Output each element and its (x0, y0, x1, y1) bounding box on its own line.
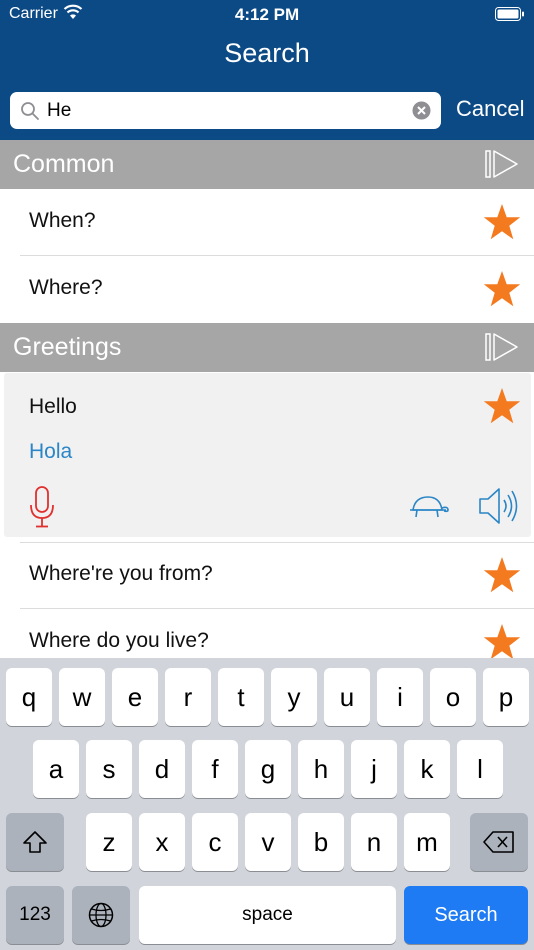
phrase-label: When? (29, 209, 96, 232)
key[interactable]: g (245, 740, 291, 798)
key[interactable]: t (218, 668, 264, 726)
status-time: 4:12 PM (234, 5, 300, 24)
star-icon[interactable] (483, 623, 521, 661)
clear-icon[interactable] (412, 101, 431, 120)
key[interactable]: n (351, 813, 397, 871)
key[interactable]: u (324, 668, 370, 726)
section-header-greetings: Greetings (0, 323, 534, 372)
key[interactable]: l (457, 740, 503, 798)
key[interactable]: i (377, 668, 423, 726)
key[interactable]: f (192, 740, 238, 798)
cancel-button[interactable]: Cancel (456, 96, 524, 122)
section-title: Common (13, 150, 115, 178)
key[interactable]: m (404, 813, 450, 871)
shift-icon (23, 831, 47, 853)
key[interactable]: v (245, 813, 291, 871)
shift-key[interactable] (6, 813, 64, 871)
globe-icon (88, 902, 114, 928)
key[interactable]: q (6, 668, 52, 726)
turtle-icon[interactable] (408, 494, 450, 520)
play-icon[interactable] (485, 333, 519, 361)
key[interactable]: c (192, 813, 238, 871)
keyboard: q w e r t y u i o p a s d f g h j k l z … (0, 658, 534, 950)
key[interactable]: y (271, 668, 317, 726)
key[interactable]: e (112, 668, 158, 726)
key[interactable]: x (139, 813, 185, 871)
phrase-label: Where do you live? (29, 629, 209, 652)
key[interactable]: a (33, 740, 79, 798)
page-title: Search (224, 38, 310, 68)
key[interactable]: k (404, 740, 450, 798)
section-header-common: Common (0, 140, 534, 189)
translation-text: Hola (29, 440, 73, 463)
key[interactable]: z (86, 813, 132, 871)
phrase-label: Hello (29, 395, 77, 418)
key[interactable]: r (165, 668, 211, 726)
mic-icon[interactable] (28, 486, 56, 528)
nav-header: Carrier 4:12 PM Search Cancel (0, 0, 534, 140)
search-key[interactable]: Search (404, 886, 528, 944)
play-icon[interactable] (485, 150, 519, 178)
numbers-key[interactable]: 123 (6, 886, 64, 944)
battery-icon (495, 7, 524, 21)
key[interactable]: w (59, 668, 105, 726)
divider (20, 542, 534, 543)
star-icon[interactable] (483, 387, 521, 425)
star-icon[interactable] (483, 270, 521, 308)
section-title: Greetings (13, 333, 122, 361)
list-item[interactable]: Where're you from? (0, 542, 534, 609)
key[interactable]: d (139, 740, 185, 798)
key[interactable]: o (430, 668, 476, 726)
phrase-label: Where're you from? (29, 562, 213, 585)
space-key[interactable]: space (139, 886, 396, 944)
backspace-key[interactable] (470, 813, 528, 871)
list-item[interactable]: Where? (0, 256, 534, 323)
search-bar[interactable] (10, 92, 441, 129)
search-input[interactable] (47, 92, 407, 129)
phrase-label: Where? (29, 276, 103, 299)
backspace-icon (483, 831, 514, 853)
speaker-icon[interactable] (478, 486, 520, 526)
key[interactable]: j (351, 740, 397, 798)
search-icon (21, 102, 39, 120)
star-icon[interactable] (483, 203, 521, 241)
key[interactable]: h (298, 740, 344, 798)
expanded-phrase-card[interactable]: Hello Hola (4, 373, 531, 537)
key[interactable]: s (86, 740, 132, 798)
star-icon[interactable] (483, 556, 521, 594)
list-item[interactable]: When? (0, 189, 534, 256)
key[interactable]: p (483, 668, 529, 726)
globe-key[interactable] (72, 886, 130, 944)
key[interactable]: b (298, 813, 344, 871)
status-bar: Carrier 4:12 PM (0, 0, 534, 28)
